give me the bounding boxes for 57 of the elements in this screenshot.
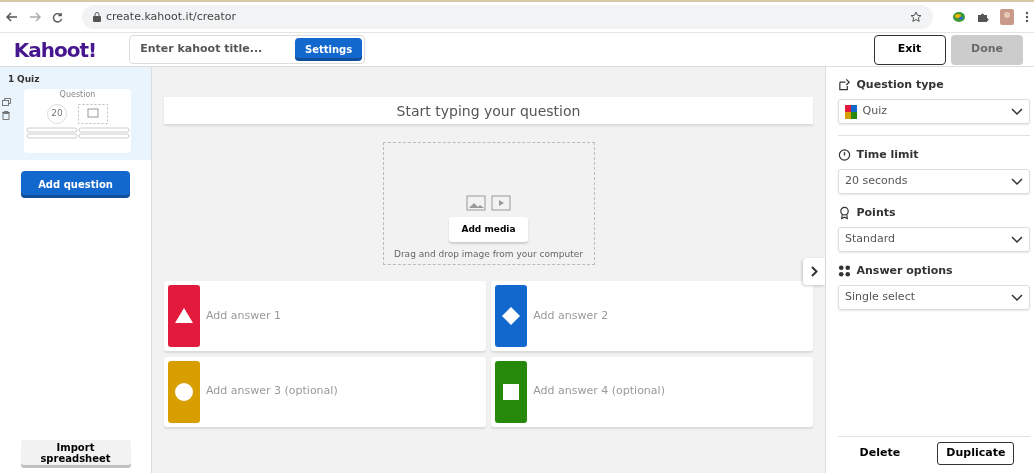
url-text: create.kahoot.it/creator <box>106 8 237 25</box>
address-bar[interactable]: create.kahoot.it/creator <box>81 5 933 29</box>
clock-icon <box>838 148 851 163</box>
chevron-down-icon <box>1011 235 1023 244</box>
add-question-button[interactable]: Add question <box>21 171 130 198</box>
logo[interactable]: Kahoot! <box>13 34 97 65</box>
lock-icon <box>92 12 101 22</box>
grid-icon <box>838 264 851 279</box>
dropdown[interactable]: Quiz <box>838 99 1030 124</box>
menu-icon[interactable] <box>1024 11 1029 23</box>
extension-icon[interactable] <box>951 11 966 23</box>
drop-hint: Drag and drop image from your computer <box>394 247 583 261</box>
add-media-button[interactable]: Add media <box>449 216 528 243</box>
media-drop-area[interactable]: Add media Drag and drop image from your computer <box>382 142 595 265</box>
dropdown[interactable]: 20 seconds <box>838 169 1030 194</box>
answer-field[interactable]: Add answer 4 (optional) <box>527 382 809 401</box>
question-type-icon <box>838 78 851 93</box>
chevron-down-icon <box>1011 293 1023 302</box>
answer-field[interactable]: Add answer 1 <box>200 306 482 326</box>
section-label: Points <box>856 205 896 221</box>
import-spreadsheet-button[interactable]: Import spreadsheet <box>20 439 131 468</box>
question-field[interactable]: Start typing your question <box>164 97 813 124</box>
image-placeholder-icon <box>78 104 108 124</box>
duplicate-button[interactable]: Duplicate <box>937 442 1015 465</box>
star-icon[interactable] <box>909 11 922 23</box>
section-label: Answer options <box>856 263 953 279</box>
answer-field[interactable]: Add answer 2 <box>527 306 809 326</box>
delete-button[interactable]: Delete <box>853 444 907 463</box>
video-icon <box>491 195 512 212</box>
puzzle-icon[interactable] <box>976 11 989 23</box>
chevron-down-icon <box>1011 107 1023 116</box>
quiz-icon <box>845 104 857 119</box>
dropdown[interactable]: Standard <box>838 227 1030 252</box>
square-icon <box>501 381 522 402</box>
reload-icon[interactable] <box>51 11 63 23</box>
slide-type: Quiz <box>17 73 40 86</box>
exit-button[interactable]: Exit <box>873 34 946 65</box>
section-label: Question type <box>856 77 944 93</box>
collapse-tab[interactable] <box>803 258 825 285</box>
copy-icon[interactable] <box>2 97 11 106</box>
preview-title: Question <box>59 89 96 102</box>
back-icon[interactable] <box>5 12 18 22</box>
trash-icon[interactable] <box>2 111 10 120</box>
chevron-right-icon <box>810 266 818 277</box>
chevron-down-icon <box>1011 177 1023 186</box>
dropdown[interactable]: Single select <box>838 285 1030 310</box>
ribbon-icon <box>838 206 851 221</box>
settings-button[interactable]: Settings <box>294 38 363 61</box>
triangle-icon <box>174 306 194 326</box>
circle-icon <box>174 381 194 402</box>
section-label: Time limit <box>856 147 919 163</box>
image-icon <box>465 195 486 212</box>
answer-field[interactable]: Add answer 3 (optional) <box>200 382 482 401</box>
title-field[interactable]: Enter kahoot title... Settings <box>129 35 366 64</box>
slide-number: 1 <box>8 73 15 86</box>
diamond-icon <box>501 306 522 326</box>
slide-item[interactable]: 1 Quiz Question 20 <box>0 67 151 160</box>
